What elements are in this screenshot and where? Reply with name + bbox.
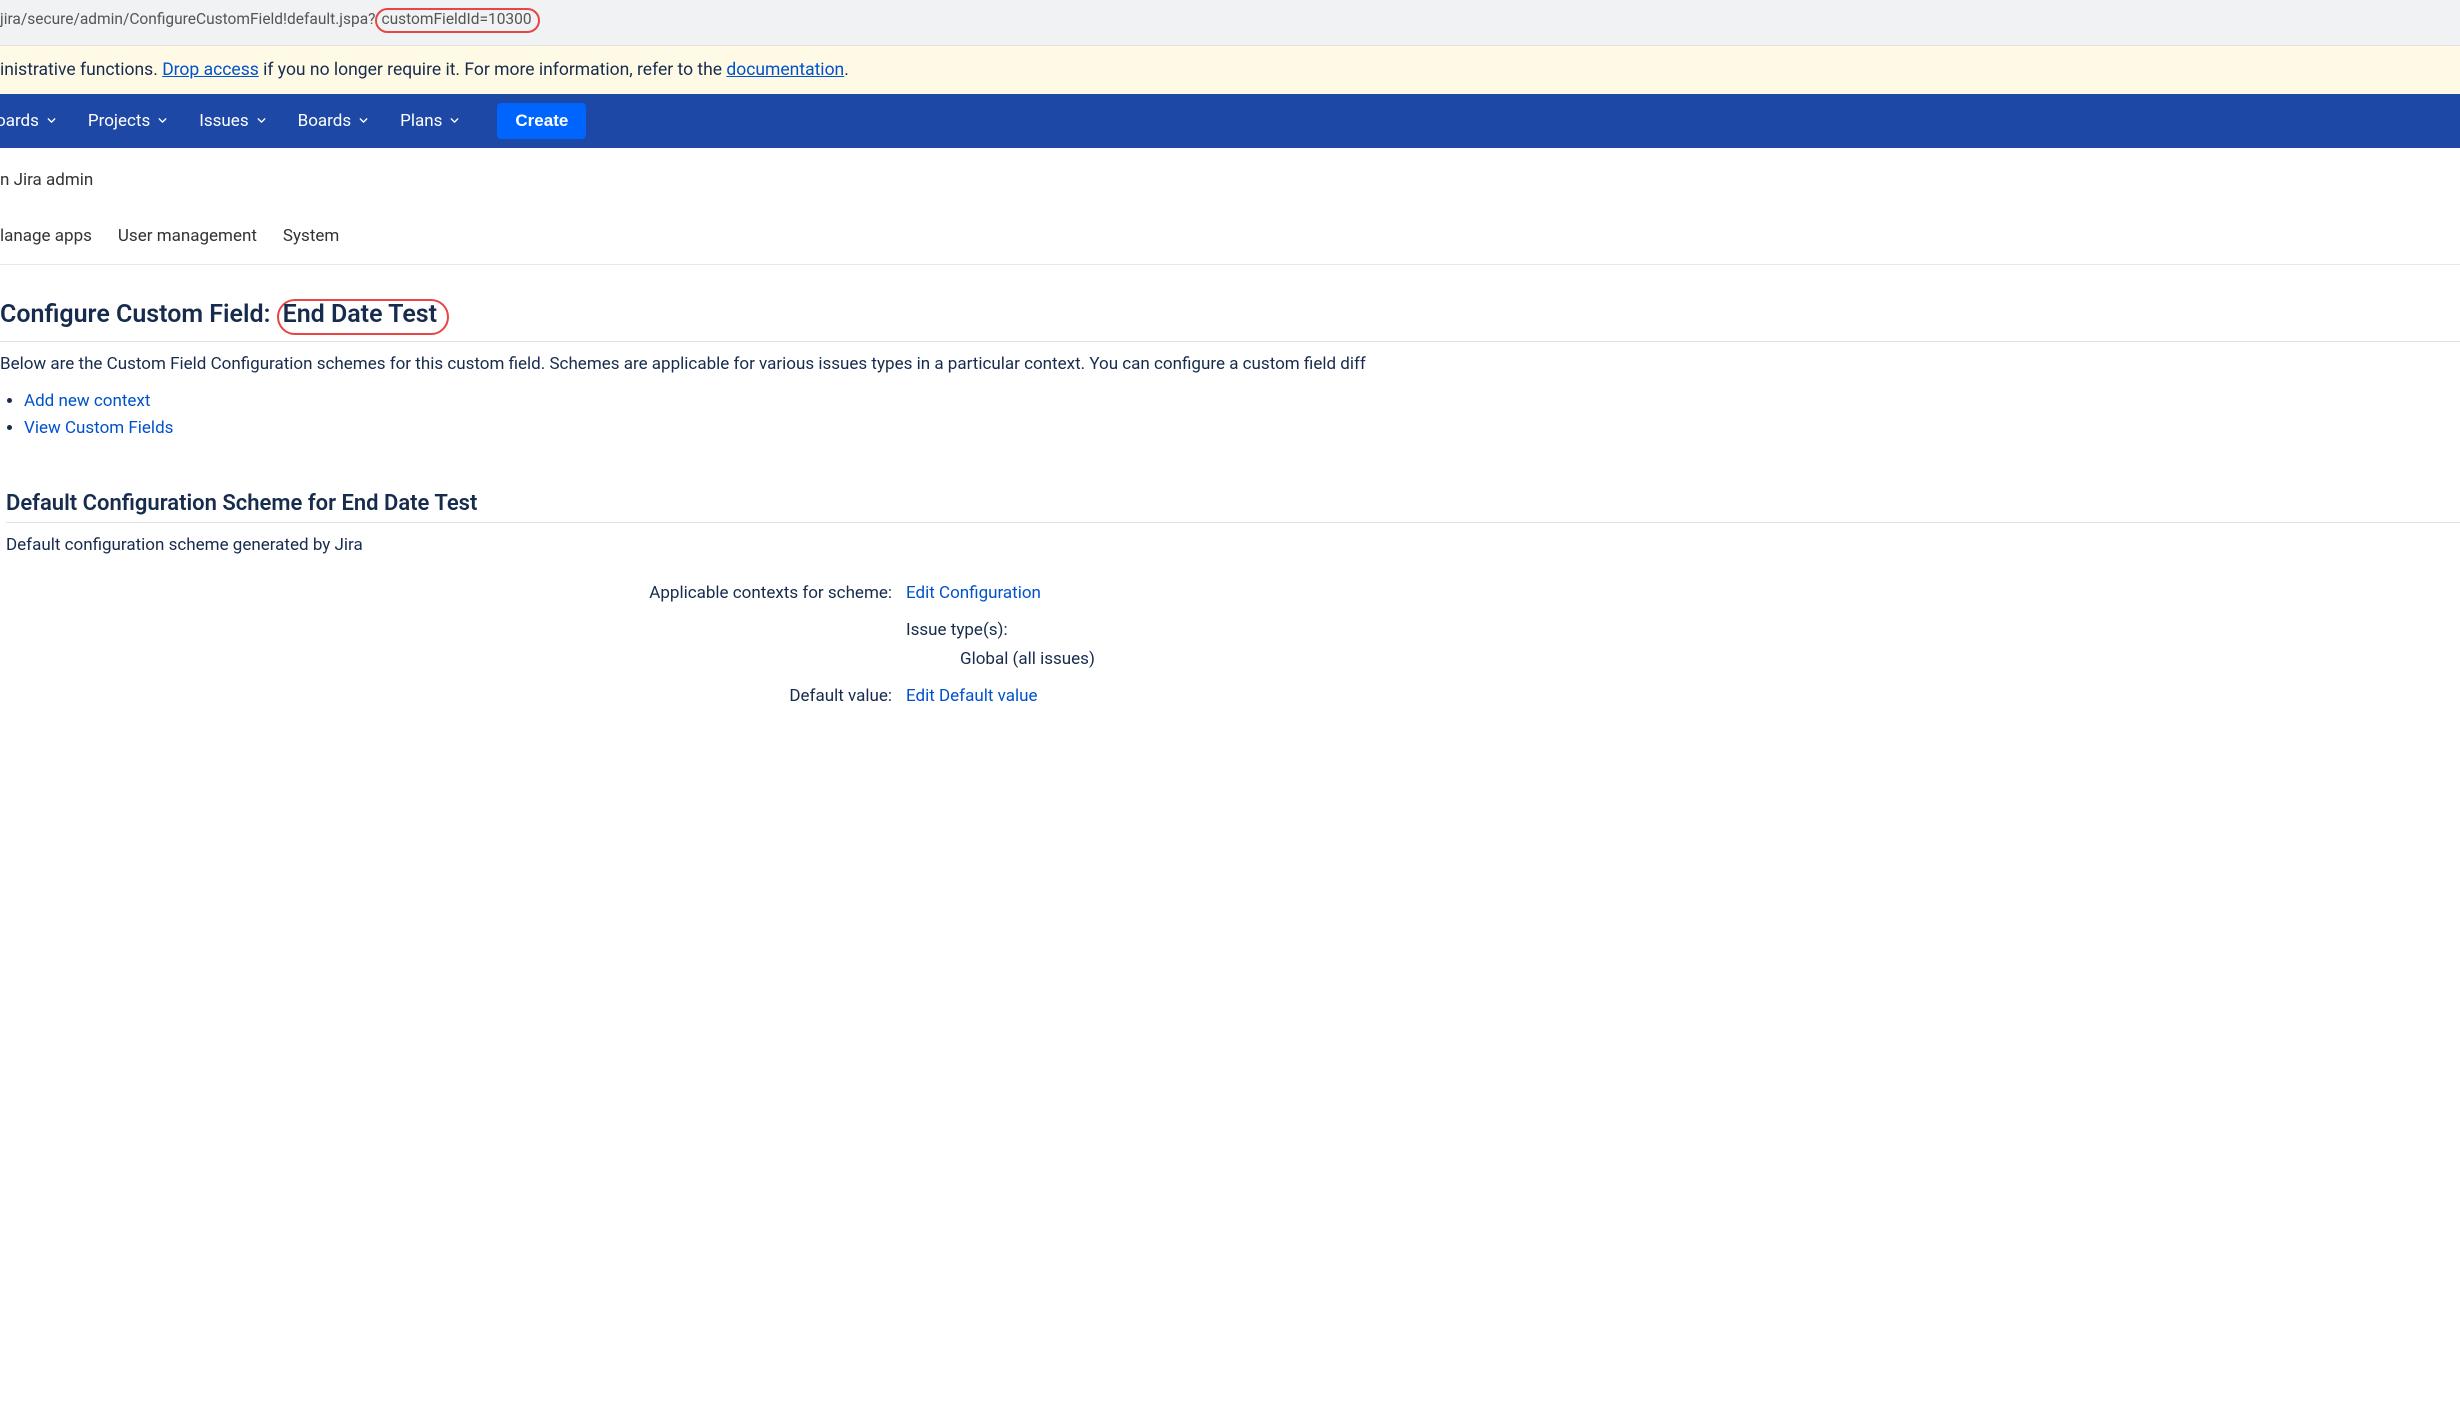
nav-projects-label: Projects <box>88 111 150 131</box>
nav-plans[interactable]: Plans <box>400 111 461 131</box>
issue-types-value: Global (all issues) <box>906 645 1095 674</box>
chevron-down-icon <box>156 114 169 127</box>
tab-manage-apps[interactable]: lanage apps <box>0 226 92 254</box>
custom-field-name: End Date Test <box>277 299 449 336</box>
list-item: View Custom Fields <box>24 415 2460 441</box>
chevron-down-icon <box>357 114 370 127</box>
chevron-down-icon <box>448 114 461 127</box>
banner-text-middle: if you no longer require it. For more in… <box>259 60 727 80</box>
issue-types-row: Issue type(s): Global (all issues) <box>0 612 2460 678</box>
view-custom-fields-link[interactable]: View Custom Fields <box>24 418 173 438</box>
main-content: Configure Custom Field: End Date Test Be… <box>0 265 2460 715</box>
tab-system[interactable]: System <box>283 226 339 254</box>
chevron-down-icon <box>45 114 58 127</box>
nav-boards[interactable]: Boards <box>298 111 371 131</box>
edit-configuration-link[interactable]: Edit Configuration <box>906 583 1041 603</box>
url-highlighted-param: customFieldId=10300 <box>375 8 539 33</box>
nav-projects[interactable]: Projects <box>88 111 169 131</box>
tab-user-management[interactable]: User management <box>118 226 257 254</box>
admin-access-banner: inistrative functions. Drop access if yo… <box>0 46 2460 94</box>
contexts-label: Applicable contexts for scheme: <box>0 579 906 608</box>
nav-dashboards-label: oards <box>0 111 39 131</box>
intro-text: Below are the Custom Field Configuration… <box>0 342 2460 384</box>
banner-text-suffix: . <box>844 60 849 80</box>
banner-text-prefix: inistrative functions. <box>0 60 162 80</box>
scheme-description: Default configuration scheme generated b… <box>0 523 2460 555</box>
drop-access-link[interactable]: Drop access <box>162 60 259 80</box>
admin-tabs: lanage apps User management System <box>0 190 2460 265</box>
top-navigation: oards Projects Issues Boards Plans Creat… <box>0 94 2460 148</box>
nav-boards-label: Boards <box>298 111 352 131</box>
edit-default-value-link[interactable]: Edit Default value <box>906 686 1038 706</box>
scheme-details: Applicable contexts for scheme: Edit Con… <box>0 575 2460 715</box>
nav-plans-label: Plans <box>400 111 442 131</box>
action-list: Add new context View Custom Fields <box>0 388 2460 441</box>
page-title-prefix: Configure Custom Field: <box>0 300 277 329</box>
chevron-down-icon <box>255 114 268 127</box>
add-context-link[interactable]: Add new context <box>24 391 150 411</box>
issue-types-label: Issue type(s): <box>906 620 1008 640</box>
browser-url-bar: jira/secure/admin/ConfigureCustomField!d… <box>0 0 2460 46</box>
nav-dashboards[interactable]: oards <box>0 111 58 131</box>
page-title: Configure Custom Field: End Date Test <box>0 265 2460 343</box>
nav-issues[interactable]: Issues <box>199 111 267 131</box>
list-item: Add new context <box>24 388 2460 414</box>
url-prefix: jira/secure/admin/ConfigureCustomField!d… <box>0 10 375 28</box>
contexts-row: Applicable contexts for scheme: Edit Con… <box>0 575 2460 612</box>
breadcrumb: n Jira admin <box>0 148 2460 190</box>
create-button[interactable]: Create <box>497 103 586 139</box>
default-value-label: Default value: <box>0 682 906 711</box>
scheme-title: Default Configuration Scheme for End Dat… <box>6 441 2460 523</box>
documentation-link[interactable]: documentation <box>726 60 844 80</box>
nav-issues-label: Issues <box>199 111 248 131</box>
default-value-row: Default value: Edit Default value <box>0 678 2460 715</box>
